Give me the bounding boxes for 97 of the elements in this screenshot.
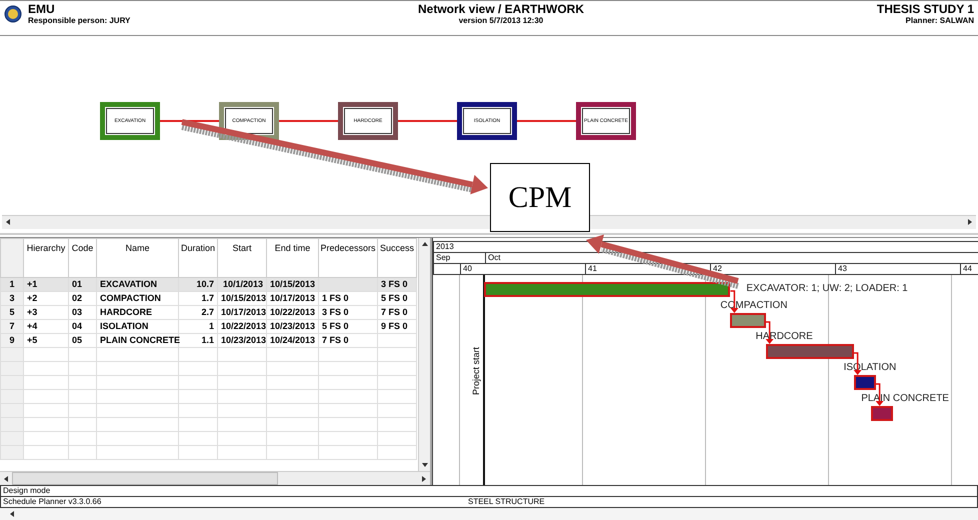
task-bar[interactable] [871,406,894,421]
header-cell [0,238,24,278]
row-number: 1 [0,277,24,292]
scroll-left-icon[interactable] [3,476,9,482]
table-cell: 2.7 [178,305,218,320]
table-row[interactable]: 9 +5 05 PLAIN CONCRETE 1.1 10/23/2013 10/24/2013 7 FS 0 [0,333,416,348]
column-header[interactable]: End time [266,238,318,278]
planner-label: Planner: SALWAN [906,16,974,26]
table-cell: ISOLATION [96,319,178,334]
table-cell: +3 [24,305,68,320]
mode-label: Design mode [3,486,50,496]
scrollbar[interactable] [0,471,430,486]
milestone-label: Project start [471,346,481,395]
connector-line [398,120,457,122]
table-cell: 10/15/2013 [266,277,318,292]
table-cell: +5 [24,333,68,348]
table-cell: 1 [178,319,218,334]
table-cell: 9 FS 0 [378,319,416,334]
month-header: Oct [487,252,502,263]
table-cell: 04 [68,319,96,334]
table-cell: 10/23/2013 [218,333,266,348]
table-cell: 10/15/2013 [218,291,266,306]
table-cell: +1 [24,277,68,292]
table-cell: 10/23/2013 [266,319,318,334]
month-header: Sep [434,252,486,263]
scrollbar[interactable] [418,238,430,472]
column-header[interactable]: Start [218,238,266,278]
column-header[interactable]: Hierarchy [24,238,68,278]
table-cell: 10/17/2013 [218,305,266,320]
week-header: 42 [710,264,835,274]
table-cell: 1.1 [178,333,218,348]
connector-line [517,120,576,122]
scrollbar[interactable] [2,214,976,229]
version-status: Schedule Planner v3.3.0.66 [3,497,102,508]
week-header: 41 [585,264,710,274]
table-cell: 1 FS 0 [318,291,378,306]
scroll-thumb[interactable] [12,472,278,486]
app-title: EMU [28,3,56,16]
project-status: STEEL STRUCTURE [468,497,545,508]
column-header[interactable]: Code [68,238,96,278]
table-row[interactable]: 5 +3 03 HARDCORE 2.7 10/17/2013 10/22/2013 3 FS 0 7 FS 0 [0,305,416,320]
column-header[interactable]: Name [96,238,178,278]
row-number: 9 [0,333,24,348]
scroll-left-icon[interactable] [5,219,11,226]
table-cell: 10/24/2013 [266,333,318,348]
table-cell: 03 [68,305,96,320]
table-cell: 02 [68,291,96,306]
table-cell: 5 FS 0 [378,291,416,306]
task-bar[interactable] [854,374,876,390]
table-row[interactable]: 7 +4 04 ISOLATION 1 10/22/2013 10/23/2013 5 FS 0 9 FS 0 [0,319,416,334]
table-cell: 10/1/2013 [218,277,266,292]
table-cell: 7 FS 0 [378,305,416,320]
scroll-right-icon[interactable] [967,219,973,226]
table-row[interactable]: 1 +1 01 EXCAVATION 10.7 10/1/2013 10/15/2013 3 FS 0 [0,277,416,292]
table-cell: 5 FS 0 [318,319,378,334]
table-cell: COMPACTION [96,291,178,306]
table-cell: 10/22/2013 [218,319,266,334]
table-cell: 01 [68,277,96,292]
scroll-right-icon[interactable] [421,476,427,482]
table-cell: 3 FS 0 [378,277,416,292]
scroll-up-icon[interactable] [422,240,428,247]
table-cell: EXCAVATION [96,277,178,292]
connector-line [279,120,338,122]
table-cell: 7 FS 0 [318,333,378,348]
responsible-person: Responsible person: JURY [28,16,132,26]
column-header[interactable]: Duration [178,238,218,278]
table-row[interactable]: 3 +2 02 COMPACTION 1.7 10/15/2013 10/17/2013 1 FS 0 5 FS 0 [0,291,416,306]
connector-line [160,120,219,122]
scroll-left-icon[interactable] [9,511,15,518]
row-number: 7 [0,319,24,334]
view-title: Network view / EARTHWORK [418,3,584,16]
study-title: THESIS STUDY 1 [876,3,974,16]
scroll-down-icon[interactable] [422,462,428,468]
table-cell: 05 [68,333,96,348]
table-cell: +4 [24,319,68,334]
table-cell: PLAIN CONCRETE [96,333,178,348]
column-header[interactable]: Predecessors [318,238,378,278]
table-cell: 10/22/2013 [266,305,318,320]
version-label: version 5/7/2013 12:30 [458,16,544,26]
cpm-label: CPM [490,163,590,232]
week-header: 44 [960,264,978,274]
scrollbar[interactable] [0,508,978,520]
column-header[interactable]: Success [378,238,416,278]
year-header: 2013 [433,240,978,253]
table-cell: 10/17/2013 [266,291,318,306]
row-number: 3 [0,291,24,306]
week-header: 40 [460,264,585,274]
task-bar[interactable] [766,344,854,359]
row-number: 5 [0,305,24,320]
table-cell: +2 [24,291,68,306]
resource-label: EXCAVATOR: 1; UW: 2; LOADER: 1 [746,282,908,294]
table-cell: HARDCORE [96,305,178,320]
logo-icon [4,5,22,23]
week-header: 43 [835,264,960,274]
table-cell: 10.7 [178,277,218,292]
table-cell: 3 FS 0 [318,305,378,320]
table-cell: 1.7 [178,291,218,306]
